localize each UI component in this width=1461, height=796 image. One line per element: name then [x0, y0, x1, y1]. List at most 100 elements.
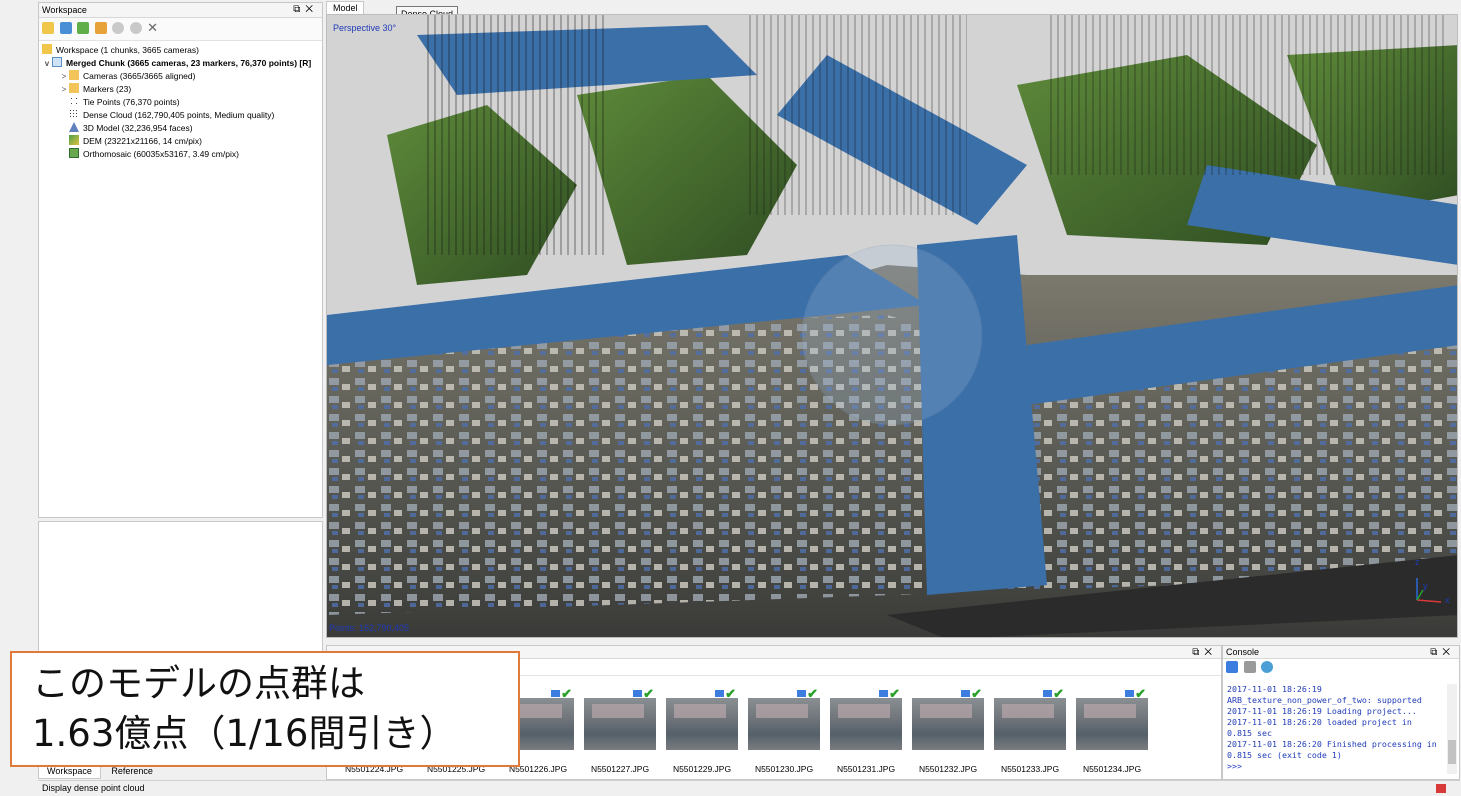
tree-row-markers[interactable]: > Markers (23) — [59, 83, 131, 96]
photo-thumbnail[interactable]: ✔ — [1076, 686, 1148, 750]
console-line: 0.815 sec — [1227, 728, 1272, 738]
tree-row-3d-model[interactable]: 3D Model (32,236,954 faces) — [69, 122, 193, 135]
merge-chunks-icon[interactable] — [94, 22, 107, 34]
photo-thumbnail[interactable]: ✔ — [666, 686, 738, 750]
tree-label: 3D Model (32,236,954 faces) — [83, 123, 193, 133]
annotation-line-1: このモデルの点群は — [32, 662, 365, 705]
console-line: 2017-11-01 18:26:19 Loading project... — [1227, 706, 1417, 716]
aligned-check-icon: ✔ — [643, 686, 654, 701]
workspace-tree: Workspace (1 chunks, 3665 cameras) v Merg… — [39, 41, 322, 181]
execute-script-icon[interactable] — [1261, 661, 1274, 673]
aligned-check-icon: ✔ — [807, 686, 818, 701]
console-title: Console — [1223, 646, 1459, 659]
workspace-toolbar: ✕ — [39, 18, 322, 41]
folder-icon — [69, 83, 79, 93]
model-viewport[interactable]: Perspective 30° Points: 162,790,405 z y … — [326, 14, 1458, 638]
marker-flag-icon — [961, 690, 970, 697]
tree-label: Merged Chunk (3665 cameras, 23 markers, … — [66, 58, 312, 68]
marker-flag-icon — [1043, 690, 1052, 697]
photo-image — [748, 698, 820, 750]
photo-image — [666, 698, 738, 750]
marker-flag-icon — [715, 690, 724, 697]
console-title-text: Console — [1226, 647, 1260, 657]
tree-row-orthomosaic[interactable]: Orthomosaic (60035x53167, 3.49 cm/pix) — [69, 148, 239, 161]
console-scrollbar[interactable] — [1447, 684, 1457, 774]
tree-row-dense-cloud[interactable]: Dense Cloud (162,790,405 points, Medium … — [69, 109, 274, 122]
aligned-check-icon: ✔ — [971, 686, 982, 701]
photo-label: N5501227.JPG — [590, 764, 650, 774]
collapse-arrow-icon[interactable]: > — [59, 83, 69, 96]
save-log-icon[interactable] — [1226, 661, 1238, 673]
photo-thumbnail[interactable]: ✔ — [994, 686, 1066, 750]
photo-thumbnail[interactable]: ✔ — [584, 686, 656, 750]
folder-icon — [69, 70, 79, 80]
model-tab[interactable]: Model — [326, 1, 364, 14]
remove-icon[interactable]: ✕ — [147, 20, 158, 35]
photo-label: N5501233.JPG — [1000, 764, 1060, 774]
tree-label: Cameras (3665/3665 aligned) — [83, 71, 196, 81]
marker-flag-icon — [879, 690, 888, 697]
console-scroll-thumb[interactable] — [1448, 740, 1456, 764]
photo-thumbnail[interactable]: ✔ — [830, 686, 902, 750]
status-bar: Display dense point cloud — [38, 780, 1460, 795]
panel-float-close-icons[interactable]: ⧉✕ — [293, 3, 318, 17]
tree-row-workspace[interactable]: Workspace (1 chunks, 3665 cameras) — [42, 44, 199, 57]
annotation-box: このモデルの点群は 1.63億点（1/16間引き） — [10, 651, 520, 767]
tree-label: DEM (23221x21166, 14 cm/pix) — [83, 136, 202, 146]
disable-icon[interactable] — [129, 22, 142, 34]
photos-float-close-icons[interactable]: ⧉✕ — [1192, 646, 1217, 660]
console-line: 2017-11-01 18:26:19 — [1227, 684, 1322, 694]
tree-label: Markers (23) — [83, 84, 132, 94]
photo-image — [912, 698, 984, 750]
annotation-line-2: 1.63億点（1/16間引き） — [32, 712, 457, 755]
chunk-icon — [52, 57, 62, 67]
aligned-check-icon: ✔ — [1135, 686, 1146, 701]
add-photos-icon[interactable] — [59, 22, 72, 34]
workspace-title-text: Workspace — [42, 5, 87, 15]
photo-label: N5501230.JPG — [754, 764, 814, 774]
tie-points-icon — [69, 96, 79, 106]
tree-row-dem[interactable]: DEM (23221x21166, 14 cm/pix) — [69, 135, 202, 148]
add-chunk-icon[interactable] — [42, 22, 54, 34]
photo-image — [994, 698, 1066, 750]
console-line: 2017-11-01 18:26:20 loaded project in — [1227, 717, 1412, 727]
camera-sticks-left — [427, 15, 607, 255]
photo-label: N5501229.JPG — [672, 764, 732, 774]
enable-icon[interactable] — [112, 22, 125, 34]
console-toolbar — [1223, 659, 1459, 681]
status-text: Display dense point cloud — [42, 783, 145, 793]
axis-y-label: y — [1423, 581, 1428, 591]
tree-row-tie-points[interactable]: Tie Points (76,370 points) — [69, 96, 180, 109]
photo-thumbnail[interactable]: ✔ — [912, 686, 984, 750]
aligned-check-icon: ✔ — [1053, 686, 1064, 701]
marker-flag-icon — [551, 690, 560, 697]
console-panel: Console ⧉✕ 2017-11-01 18:26:19 ARB_textu… — [1222, 645, 1460, 780]
console-line: 2017-11-01 18:26:20 Finished processing … — [1227, 739, 1437, 749]
dem-icon — [69, 135, 79, 145]
photo-label: N5501232.JPG — [918, 764, 978, 774]
model-icon — [69, 122, 79, 132]
tree-row-cameras[interactable]: > Cameras (3665/3665 aligned) — [59, 70, 195, 83]
expand-arrow-icon[interactable]: v — [42, 57, 52, 70]
status-indicator-icon — [1436, 784, 1446, 793]
console-line: ARB_texture_non_power_of_two: supported — [1227, 695, 1422, 705]
axis-z-label: z — [1415, 557, 1420, 567]
tab-workspace[interactable]: Workspace — [38, 765, 101, 779]
collapse-arrow-icon[interactable]: > — [59, 70, 69, 83]
camera-sticks-mid — [747, 15, 967, 215]
add-folder-icon[interactable] — [77, 22, 90, 34]
marker-flag-icon — [797, 690, 806, 697]
clear-log-icon[interactable] — [1243, 661, 1256, 673]
tree-label: Dense Cloud (162,790,405 points, Medium … — [83, 110, 275, 120]
photo-image — [584, 698, 656, 750]
photo-image — [1076, 698, 1148, 750]
workspace-tabs: Workspace Reference — [38, 765, 323, 779]
model-scene — [327, 15, 1457, 637]
photo-thumbnail[interactable]: ✔ — [748, 686, 820, 750]
view-label: Perspective 30° — [333, 23, 397, 33]
navigation-sphere — [801, 244, 983, 426]
marker-flag-icon — [633, 690, 642, 697]
console-float-close-icons[interactable]: ⧉✕ — [1430, 646, 1455, 660]
console-output[interactable]: 2017-11-01 18:26:19 ARB_texture_non_powe… — [1227, 684, 1445, 774]
tree-row-chunk[interactable]: v Merged Chunk (3665 cameras, 23 markers,… — [42, 57, 311, 70]
